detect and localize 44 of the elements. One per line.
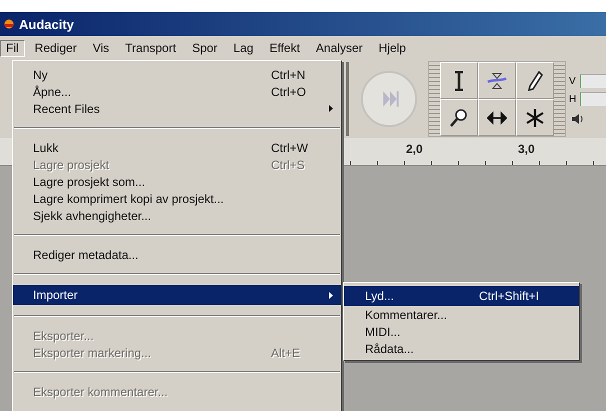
meter-label: H: [569, 94, 577, 104]
meter-label: V: [569, 76, 577, 86]
menu-item[interactable]: Rådata...: [344, 340, 579, 357]
envelope-icon: [487, 70, 507, 90]
menu-item[interactable]: Lagre komprimert kopi av prosjekt...: [13, 190, 341, 207]
toolbar-grip[interactable]: [554, 62, 565, 136]
menu-item[interactable]: Recent Files: [13, 100, 341, 117]
time-shift-tool[interactable]: [478, 99, 516, 136]
zoom-tool[interactable]: [440, 99, 478, 136]
toolbar-grip[interactable]: [346, 62, 349, 136]
menu-bar-item[interactable]: Lag: [227, 40, 260, 56]
menu-bar-item[interactable]: Spor: [186, 40, 224, 56]
menu-bar-item[interactable]: Hjelp: [372, 40, 412, 56]
menu-bar-item[interactable]: Effekt: [263, 40, 306, 56]
menu-item[interactable]: Ny Ctrl+N: [13, 66, 341, 83]
menu-item[interactable]: MIDI...: [344, 323, 579, 340]
menu-item[interactable]: Lagre prosjekt som...: [13, 173, 341, 190]
menu-bar-item[interactable]: Fil: [0, 40, 25, 56]
menu-item[interactable]: Sjekk avhengigheter...: [13, 207, 341, 224]
ruler-label: 2,0: [406, 142, 424, 158]
level-meter: [580, 92, 606, 106]
level-meter: [580, 74, 606, 88]
draw-tool[interactable]: [516, 62, 554, 99]
menu-item[interactable]: Kommentarer...: [344, 306, 579, 323]
toolbar-grip[interactable]: [429, 62, 440, 136]
menu-item[interactable]: Importer: [13, 285, 341, 305]
ruler-label: 3,0: [518, 142, 536, 158]
asterisk-icon: [525, 108, 545, 128]
speaker-icon: [572, 114, 584, 124]
selection-tool[interactable]: [440, 62, 478, 99]
magnifier-icon: [449, 108, 469, 128]
app-icon: [4, 19, 14, 29]
envelope-tool[interactable]: [478, 62, 516, 99]
menu-item[interactable]: Lyd... Ctrl+Shift+I: [344, 286, 579, 306]
window-title: Audacity: [19, 16, 74, 32]
menu-bar-item[interactable]: Transport: [119, 40, 182, 56]
menu-item[interactable]: Rediger metadata...: [13, 246, 341, 263]
menu-item[interactable]: Åpne... Ctrl+O: [13, 83, 341, 100]
multi-tool[interactable]: [516, 99, 554, 136]
menu-bar-item[interactable]: Analyser: [310, 40, 369, 56]
pencil-icon: [525, 70, 545, 90]
menu-bar-item[interactable]: Vis: [86, 40, 116, 56]
menu-bar-item[interactable]: Rediger: [28, 40, 83, 56]
menu-item[interactable]: Lukk Ctrl+W: [13, 139, 341, 156]
